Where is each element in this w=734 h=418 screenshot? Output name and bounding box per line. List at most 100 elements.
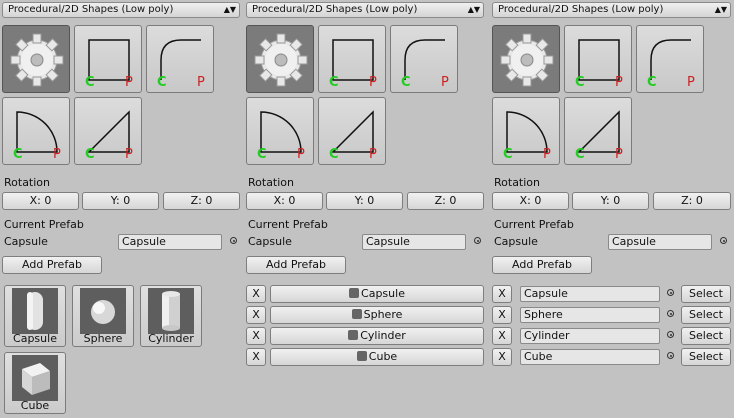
prefab-tile-capsule[interactable]: Capsule xyxy=(4,285,66,347)
shape-tile-rounded-corner[interactable]: C P xyxy=(636,25,704,93)
add-prefab-button[interactable]: Add Prefab xyxy=(492,256,592,274)
svg-text:P: P xyxy=(53,147,61,162)
object-picker-icon[interactable] xyxy=(474,237,481,244)
select-prefab-button[interactable]: Select xyxy=(681,285,731,303)
remove-prefab-button[interactable]: X xyxy=(492,327,512,345)
rotation-y-button[interactable]: Y: 0 xyxy=(572,192,649,210)
svg-text:C: C xyxy=(157,75,167,90)
svg-text:P: P xyxy=(543,147,551,162)
shape-set-dropdown[interactable]: Procedural/2D Shapes (Low poly) ▲▼ xyxy=(2,2,240,18)
svg-text:P: P xyxy=(615,75,623,90)
remove-prefab-button[interactable]: X xyxy=(246,306,266,324)
sphere-icon xyxy=(351,309,362,319)
remove-prefab-button[interactable]: X xyxy=(246,327,266,345)
prefab-field-capsule[interactable]: Capsule xyxy=(520,286,660,302)
object-picker-icon[interactable] xyxy=(667,352,674,359)
quarter-circle-shape-icon: C P xyxy=(257,111,305,162)
shape-tile-gear[interactable] xyxy=(492,25,560,93)
prefab-field-cube[interactable]: Cube xyxy=(520,349,660,365)
remove-prefab-button[interactable]: X xyxy=(246,285,266,303)
remove-prefab-button[interactable]: X xyxy=(492,306,512,324)
add-prefab-button[interactable]: Add Prefab xyxy=(2,256,102,274)
shape-tile-quarter-circle[interactable]: C P xyxy=(2,97,70,165)
prefab-row-capsule[interactable]: Capsule xyxy=(270,285,484,303)
select-prefab-button[interactable]: Select xyxy=(681,327,731,345)
prefab-row-label: Sphere xyxy=(363,308,403,321)
shape-tile-square[interactable]: C P xyxy=(564,25,632,93)
svg-text:C: C xyxy=(257,147,267,162)
prefab-row-cylinder[interactable]: Cylinder xyxy=(270,327,484,345)
current-prefab-field[interactable]: Capsule xyxy=(608,234,712,250)
select-prefab-button[interactable]: Select xyxy=(681,348,731,366)
rotation-x-button[interactable]: X: 0 xyxy=(492,192,569,210)
cube-icon xyxy=(356,351,367,361)
rotation-y-button[interactable]: Y: 0 xyxy=(82,192,159,210)
current-prefab-field[interactable]: Capsule xyxy=(118,234,222,250)
svg-text:P: P xyxy=(125,147,133,162)
prefab-tile-label: Cylinder xyxy=(148,332,194,345)
prefab-field-sphere[interactable]: Sphere xyxy=(520,307,660,323)
prefab-row-sphere[interactable]: Sphere xyxy=(270,306,484,324)
dropdown-label: Procedural/2D Shapes (Low poly) xyxy=(498,4,664,15)
panel-3: Procedural/2D Shapes (Low poly) ▲▼ C P C… xyxy=(492,0,731,418)
prefab-field-cylinder[interactable]: Cylinder xyxy=(520,328,660,344)
svg-text:C: C xyxy=(85,147,95,162)
shape-tile-triangle[interactable]: C P xyxy=(74,97,142,165)
shape-tile-gear[interactable] xyxy=(246,25,314,93)
prefab-row-cube[interactable]: Cube xyxy=(270,348,484,366)
capsule-thumbnail-icon xyxy=(12,288,58,334)
rotation-z-button[interactable]: Z: 0 xyxy=(407,192,484,210)
svg-text:P: P xyxy=(687,75,695,90)
prefab-tile-label: Cube xyxy=(20,399,50,412)
add-prefab-button[interactable]: Add Prefab xyxy=(246,256,346,274)
shape-tile-square[interactable]: C P xyxy=(74,25,142,93)
prefab-tile-cube[interactable]: Cube xyxy=(4,352,66,414)
svg-text:C: C xyxy=(575,147,585,162)
remove-prefab-button[interactable]: X xyxy=(246,348,266,366)
shape-tile-quarter-circle[interactable]: C P xyxy=(246,97,314,165)
shape-tile-triangle[interactable]: C P xyxy=(564,97,632,165)
gear-icon xyxy=(10,33,64,87)
object-picker-icon[interactable] xyxy=(667,310,674,317)
remove-prefab-button[interactable]: X xyxy=(492,285,512,303)
object-picker-icon[interactable] xyxy=(667,289,674,296)
prefab-tile-sphere[interactable]: Sphere xyxy=(72,285,134,347)
prefab-name-label: Capsule xyxy=(494,235,538,248)
cylinder-thumbnail-icon xyxy=(148,288,194,334)
dropdown-label: Procedural/2D Shapes (Low poly) xyxy=(252,4,418,15)
rounded-corner-shape-icon: C P xyxy=(157,39,205,90)
square-shape-icon: C P xyxy=(575,39,623,90)
prefab-row-label: Cube xyxy=(368,350,398,363)
prefab-row-label: Cylinder xyxy=(360,329,406,342)
rotation-z-button[interactable]: Z: 0 xyxy=(653,192,731,210)
svg-text:P: P xyxy=(197,75,205,90)
shape-tile-rounded-corner[interactable]: C P xyxy=(146,25,214,93)
rotation-y-button[interactable]: Y: 0 xyxy=(326,192,403,210)
shape-tile-triangle[interactable]: C P xyxy=(318,97,386,165)
prefab-tile-cylinder[interactable]: Cylinder xyxy=(140,285,202,347)
object-picker-icon[interactable] xyxy=(230,237,237,244)
rotation-x-button[interactable]: X: 0 xyxy=(2,192,79,210)
dropdown-arrow-icon: ▲▼ xyxy=(714,5,727,14)
shape-tile-rounded-corner[interactable]: C P xyxy=(390,25,458,93)
prefab-name-label: Capsule xyxy=(4,235,48,248)
svg-text:P: P xyxy=(125,75,133,90)
select-prefab-button[interactable]: Select xyxy=(681,306,731,324)
shape-set-dropdown[interactable]: Procedural/2D Shapes (Low poly) ▲▼ xyxy=(492,2,731,18)
shape-tile-square[interactable]: C P xyxy=(318,25,386,93)
rotation-x-button[interactable]: X: 0 xyxy=(246,192,323,210)
svg-text:P: P xyxy=(369,75,377,90)
dropdown-arrow-icon: ▲▼ xyxy=(223,5,236,14)
current-prefab-label: Current Prefab xyxy=(248,218,328,231)
object-picker-icon[interactable] xyxy=(720,237,727,244)
remove-prefab-button[interactable]: X xyxy=(492,348,512,366)
current-prefab-label: Current Prefab xyxy=(494,218,574,231)
rotation-z-button[interactable]: Z: 0 xyxy=(163,192,240,210)
shape-set-dropdown[interactable]: Procedural/2D Shapes (Low poly) ▲▼ xyxy=(246,2,484,18)
shape-tile-gear[interactable] xyxy=(2,25,70,93)
prefab-name-label: Capsule xyxy=(248,235,292,248)
shape-tile-quarter-circle[interactable]: C P xyxy=(492,97,560,165)
object-picker-icon[interactable] xyxy=(667,331,674,338)
current-prefab-field[interactable]: Capsule xyxy=(362,234,466,250)
triangle-shape-icon: C P xyxy=(575,110,623,162)
